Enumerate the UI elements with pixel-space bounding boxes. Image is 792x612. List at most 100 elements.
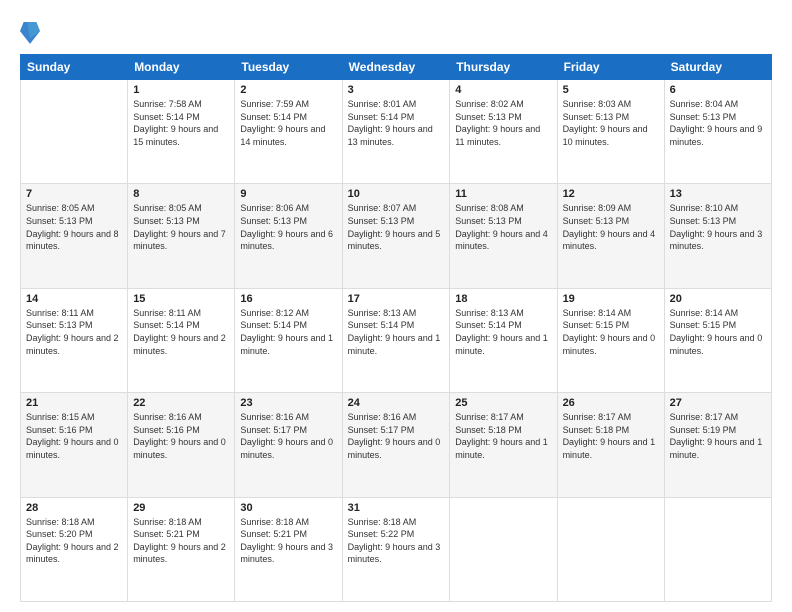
- day-cell: 17 Sunrise: 8:13 AM Sunset: 5:14 PM Dayl…: [342, 288, 450, 392]
- day-number: 24: [348, 397, 445, 409]
- day-info: Sunrise: 8:12 AM Sunset: 5:14 PM Dayligh…: [240, 307, 336, 357]
- day-number: 25: [455, 397, 551, 409]
- day-cell: 29 Sunrise: 8:18 AM Sunset: 5:21 PM Dayl…: [128, 497, 235, 601]
- day-number: 10: [348, 188, 445, 200]
- day-number: 1: [133, 84, 229, 96]
- week-row-2: 14 Sunrise: 8:11 AM Sunset: 5:13 PM Dayl…: [21, 288, 772, 392]
- day-info: Sunrise: 8:05 AM Sunset: 5:13 PM Dayligh…: [133, 202, 229, 252]
- day-info: Sunrise: 7:59 AM Sunset: 5:14 PM Dayligh…: [240, 98, 336, 148]
- day-info: Sunrise: 8:11 AM Sunset: 5:13 PM Dayligh…: [26, 307, 122, 357]
- day-info: Sunrise: 8:16 AM Sunset: 5:17 PM Dayligh…: [240, 411, 336, 461]
- day-header-saturday: Saturday: [664, 55, 771, 80]
- calendar: SundayMondayTuesdayWednesdayThursdayFrid…: [20, 54, 772, 602]
- day-number: 5: [563, 84, 659, 96]
- day-cell: 18 Sunrise: 8:13 AM Sunset: 5:14 PM Dayl…: [450, 288, 557, 392]
- day-cell: 2 Sunrise: 7:59 AM Sunset: 5:14 PM Dayli…: [235, 80, 342, 184]
- day-cell: 4 Sunrise: 8:02 AM Sunset: 5:13 PM Dayli…: [450, 80, 557, 184]
- day-info: Sunrise: 8:16 AM Sunset: 5:17 PM Dayligh…: [348, 411, 445, 461]
- day-cell: 3 Sunrise: 8:01 AM Sunset: 5:14 PM Dayli…: [342, 80, 450, 184]
- day-number: 11: [455, 188, 551, 200]
- day-info: Sunrise: 8:18 AM Sunset: 5:21 PM Dayligh…: [240, 516, 336, 566]
- day-cell: 26 Sunrise: 8:17 AM Sunset: 5:18 PM Dayl…: [557, 393, 664, 497]
- day-cell: 11 Sunrise: 8:08 AM Sunset: 5:13 PM Dayl…: [450, 184, 557, 288]
- day-number: 6: [670, 84, 766, 96]
- day-info: Sunrise: 8:14 AM Sunset: 5:15 PM Dayligh…: [670, 307, 766, 357]
- page: SundayMondayTuesdayWednesdayThursdayFrid…: [0, 0, 792, 612]
- day-cell: 25 Sunrise: 8:17 AM Sunset: 5:18 PM Dayl…: [450, 393, 557, 497]
- week-row-0: 1 Sunrise: 7:58 AM Sunset: 5:14 PM Dayli…: [21, 80, 772, 184]
- day-number: 22: [133, 397, 229, 409]
- day-info: Sunrise: 8:17 AM Sunset: 5:18 PM Dayligh…: [455, 411, 551, 461]
- calendar-header-row: SundayMondayTuesdayWednesdayThursdayFrid…: [21, 55, 772, 80]
- day-cell: 14 Sunrise: 8:11 AM Sunset: 5:13 PM Dayl…: [21, 288, 128, 392]
- day-cell: 20 Sunrise: 8:14 AM Sunset: 5:15 PM Dayl…: [664, 288, 771, 392]
- day-cell: [664, 497, 771, 601]
- day-cell: 27 Sunrise: 8:17 AM Sunset: 5:19 PM Dayl…: [664, 393, 771, 497]
- logo-icon: [20, 18, 40, 46]
- day-cell: 6 Sunrise: 8:04 AM Sunset: 5:13 PM Dayli…: [664, 80, 771, 184]
- day-number: 2: [240, 84, 336, 96]
- day-cell: 28 Sunrise: 8:18 AM Sunset: 5:20 PM Dayl…: [21, 497, 128, 601]
- day-info: Sunrise: 8:11 AM Sunset: 5:14 PM Dayligh…: [133, 307, 229, 357]
- day-info: Sunrise: 8:02 AM Sunset: 5:13 PM Dayligh…: [455, 98, 551, 148]
- day-info: Sunrise: 8:15 AM Sunset: 5:16 PM Dayligh…: [26, 411, 122, 461]
- day-info: Sunrise: 8:18 AM Sunset: 5:22 PM Dayligh…: [348, 516, 445, 566]
- day-cell: 10 Sunrise: 8:07 AM Sunset: 5:13 PM Dayl…: [342, 184, 450, 288]
- day-number: 4: [455, 84, 551, 96]
- day-cell: 15 Sunrise: 8:11 AM Sunset: 5:14 PM Dayl…: [128, 288, 235, 392]
- day-number: 15: [133, 293, 229, 305]
- day-cell: 9 Sunrise: 8:06 AM Sunset: 5:13 PM Dayli…: [235, 184, 342, 288]
- day-info: Sunrise: 8:08 AM Sunset: 5:13 PM Dayligh…: [455, 202, 551, 252]
- day-number: 7: [26, 188, 122, 200]
- day-info: Sunrise: 8:06 AM Sunset: 5:13 PM Dayligh…: [240, 202, 336, 252]
- day-info: Sunrise: 8:17 AM Sunset: 5:19 PM Dayligh…: [670, 411, 766, 461]
- day-cell: 5 Sunrise: 8:03 AM Sunset: 5:13 PM Dayli…: [557, 80, 664, 184]
- day-cell: 16 Sunrise: 8:12 AM Sunset: 5:14 PM Dayl…: [235, 288, 342, 392]
- day-cell: 8 Sunrise: 8:05 AM Sunset: 5:13 PM Dayli…: [128, 184, 235, 288]
- day-info: Sunrise: 8:10 AM Sunset: 5:13 PM Dayligh…: [670, 202, 766, 252]
- day-cell: 12 Sunrise: 8:09 AM Sunset: 5:13 PM Dayl…: [557, 184, 664, 288]
- week-row-4: 28 Sunrise: 8:18 AM Sunset: 5:20 PM Dayl…: [21, 497, 772, 601]
- day-number: 28: [26, 502, 122, 514]
- day-cell: 22 Sunrise: 8:16 AM Sunset: 5:16 PM Dayl…: [128, 393, 235, 497]
- day-number: 30: [240, 502, 336, 514]
- day-cell: 23 Sunrise: 8:16 AM Sunset: 5:17 PM Dayl…: [235, 393, 342, 497]
- day-number: 8: [133, 188, 229, 200]
- day-header-sunday: Sunday: [21, 55, 128, 80]
- day-info: Sunrise: 8:01 AM Sunset: 5:14 PM Dayligh…: [348, 98, 445, 148]
- header: [20, 18, 772, 46]
- day-header-wednesday: Wednesday: [342, 55, 450, 80]
- day-cell: 13 Sunrise: 8:10 AM Sunset: 5:13 PM Dayl…: [664, 184, 771, 288]
- day-info: Sunrise: 8:05 AM Sunset: 5:13 PM Dayligh…: [26, 202, 122, 252]
- day-number: 18: [455, 293, 551, 305]
- day-cell: 7 Sunrise: 8:05 AM Sunset: 5:13 PM Dayli…: [21, 184, 128, 288]
- day-cell: [450, 497, 557, 601]
- day-number: 14: [26, 293, 122, 305]
- day-info: Sunrise: 8:18 AM Sunset: 5:21 PM Dayligh…: [133, 516, 229, 566]
- day-number: 13: [670, 188, 766, 200]
- day-info: Sunrise: 7:58 AM Sunset: 5:14 PM Dayligh…: [133, 98, 229, 148]
- day-number: 29: [133, 502, 229, 514]
- day-number: 17: [348, 293, 445, 305]
- day-number: 9: [240, 188, 336, 200]
- day-number: 26: [563, 397, 659, 409]
- day-cell: 30 Sunrise: 8:18 AM Sunset: 5:21 PM Dayl…: [235, 497, 342, 601]
- logo: [20, 18, 44, 46]
- day-number: 31: [348, 502, 445, 514]
- day-number: 16: [240, 293, 336, 305]
- day-number: 27: [670, 397, 766, 409]
- day-info: Sunrise: 8:16 AM Sunset: 5:16 PM Dayligh…: [133, 411, 229, 461]
- week-row-3: 21 Sunrise: 8:15 AM Sunset: 5:16 PM Dayl…: [21, 393, 772, 497]
- day-number: 3: [348, 84, 445, 96]
- day-number: 21: [26, 397, 122, 409]
- day-cell: [21, 80, 128, 184]
- day-info: Sunrise: 8:13 AM Sunset: 5:14 PM Dayligh…: [348, 307, 445, 357]
- day-cell: [557, 497, 664, 601]
- day-header-thursday: Thursday: [450, 55, 557, 80]
- day-cell: 24 Sunrise: 8:16 AM Sunset: 5:17 PM Dayl…: [342, 393, 450, 497]
- day-number: 19: [563, 293, 659, 305]
- day-info: Sunrise: 8:17 AM Sunset: 5:18 PM Dayligh…: [563, 411, 659, 461]
- day-info: Sunrise: 8:07 AM Sunset: 5:13 PM Dayligh…: [348, 202, 445, 252]
- day-cell: 31 Sunrise: 8:18 AM Sunset: 5:22 PM Dayl…: [342, 497, 450, 601]
- day-header-friday: Friday: [557, 55, 664, 80]
